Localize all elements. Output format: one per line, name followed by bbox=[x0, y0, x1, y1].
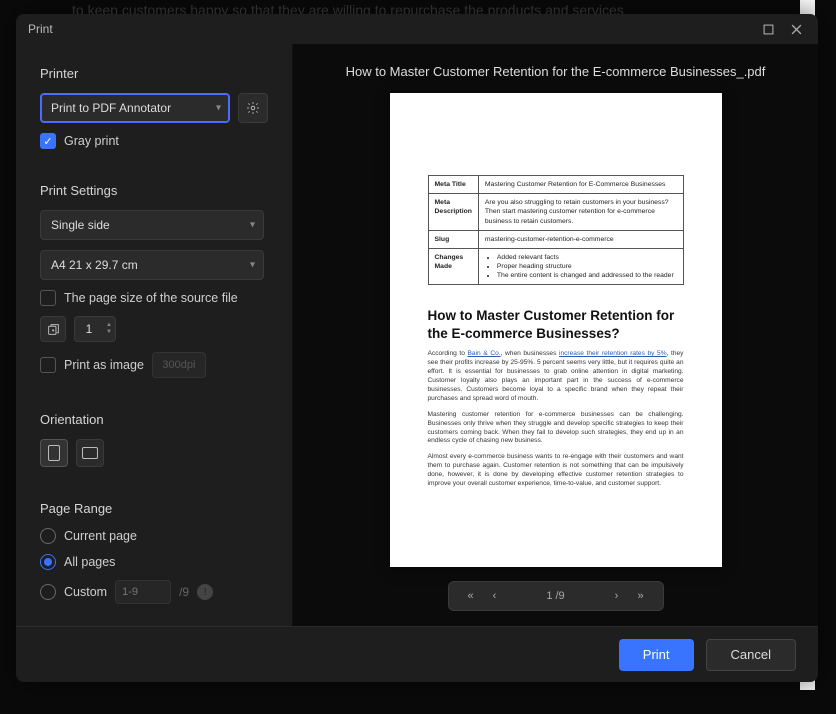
preview-pane: How to Master Customer Retention for the… bbox=[292, 44, 818, 626]
printer-properties-button[interactable] bbox=[238, 93, 268, 123]
page-indicator: 1 /9 bbox=[507, 590, 605, 602]
last-page-button[interactable]: » bbox=[629, 590, 653, 602]
dialog-title: Print bbox=[24, 22, 53, 36]
first-page-button[interactable]: « bbox=[459, 590, 483, 602]
chevron-down-icon: ▾ bbox=[250, 220, 255, 231]
document-heading: How to Master Customer Retention for the… bbox=[428, 307, 684, 342]
copies-stepper[interactable]: 1 ▲▼ bbox=[74, 316, 116, 342]
prev-page-button[interactable]: ‹ bbox=[483, 590, 507, 602]
titlebar: Print bbox=[16, 14, 818, 44]
paper-size-select[interactable]: A4 21 x 29.7 cm ▾ bbox=[40, 250, 264, 280]
paper-size-value: A4 21 x 29.7 cm bbox=[51, 258, 138, 272]
all-pages-label: All pages bbox=[64, 555, 115, 569]
gray-print-label: Gray print bbox=[64, 134, 119, 148]
chevron-down-icon: ▾ bbox=[250, 260, 255, 271]
sides-select[interactable]: Single side ▾ bbox=[40, 210, 264, 240]
preview-filename: How to Master Customer Retention for the… bbox=[346, 64, 766, 79]
preview-page: Meta TitleMastering Customer Retention f… bbox=[390, 93, 722, 567]
portrait-icon bbox=[48, 445, 60, 461]
print-settings-heading: Print Settings bbox=[40, 183, 272, 198]
gray-print-checkbox[interactable]: ✓ bbox=[40, 133, 56, 149]
copies-value: 1 bbox=[75, 322, 103, 336]
document-paragraph: Mastering customer retention for e-comme… bbox=[428, 411, 684, 447]
pager: « ‹ 1 /9 › » bbox=[448, 581, 664, 611]
meta-table: Meta TitleMastering Customer Retention f… bbox=[428, 175, 684, 285]
next-page-button[interactable]: › bbox=[605, 590, 629, 602]
orientation-landscape-button[interactable] bbox=[76, 439, 104, 467]
close-button[interactable] bbox=[782, 18, 810, 40]
print-button[interactable]: Print bbox=[619, 639, 694, 671]
settings-sidebar: Printer Print to PDF Annotator ▾ ✓ Gray … bbox=[16, 44, 292, 626]
orientation-heading: Orientation bbox=[40, 412, 272, 427]
dpi-input: 300dpi bbox=[152, 352, 206, 378]
source-size-checkbox[interactable] bbox=[40, 290, 56, 306]
custom-label: Custom bbox=[64, 585, 107, 599]
custom-range-input[interactable] bbox=[115, 580, 171, 604]
total-pages-label: /9 bbox=[179, 585, 189, 599]
source-size-label: The page size of the source file bbox=[64, 291, 238, 305]
maximize-button[interactable] bbox=[754, 18, 782, 40]
current-page-radio[interactable] bbox=[40, 528, 56, 544]
cancel-button[interactable]: Cancel bbox=[706, 639, 796, 671]
print-as-image-label: Print as image bbox=[64, 358, 144, 372]
orientation-portrait-button[interactable] bbox=[40, 439, 68, 467]
printer-select[interactable]: Print to PDF Annotator ▾ bbox=[40, 93, 230, 123]
page-range-heading: Page Range bbox=[40, 501, 272, 516]
sides-value: Single side bbox=[51, 218, 110, 232]
dialog-footer: Print Cancel bbox=[16, 626, 818, 682]
printer-heading: Printer bbox=[40, 66, 272, 81]
landscape-icon bbox=[82, 447, 98, 459]
document-paragraph: According to Bain & Co., when businesses… bbox=[428, 350, 684, 403]
chevron-down-icon: ▾ bbox=[216, 103, 221, 114]
current-page-label: Current page bbox=[64, 529, 137, 543]
all-pages-radio[interactable] bbox=[40, 554, 56, 570]
document-paragraph: Almost every e-commerce business wants t… bbox=[428, 453, 684, 489]
printer-selected-value: Print to PDF Annotator bbox=[51, 101, 171, 115]
print-as-image-checkbox[interactable] bbox=[40, 357, 56, 373]
add-copies-button[interactable] bbox=[40, 316, 66, 342]
info-icon[interactable]: ! bbox=[197, 584, 213, 600]
print-dialog: Print Printer Print to PDF Annotator ▾ ✓ bbox=[16, 14, 818, 682]
custom-radio[interactable] bbox=[40, 584, 56, 600]
